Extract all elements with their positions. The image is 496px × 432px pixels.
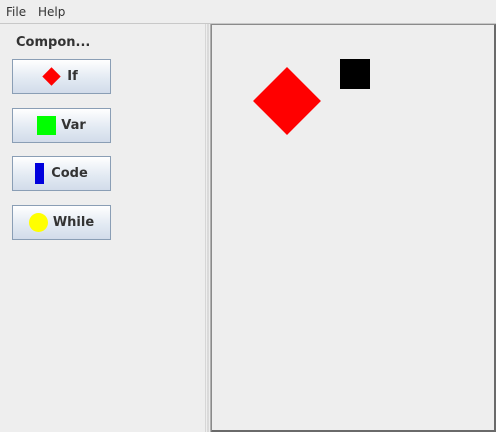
blue-rectangle-icon <box>35 163 45 184</box>
menu-file[interactable]: File <box>6 5 26 19</box>
var-button-label: Var <box>61 118 86 133</box>
while-component-button[interactable]: While <box>12 205 111 240</box>
if-component-button[interactable]: If <box>12 59 111 94</box>
components-panel-title: Compon... <box>16 35 91 50</box>
if-button-label: If <box>67 69 78 84</box>
var-component-button[interactable]: Var <box>12 108 111 143</box>
code-component-button[interactable]: Code <box>12 156 111 191</box>
drawing-canvas[interactable] <box>211 24 496 432</box>
split-pane: Compon... If Var Code While <box>0 24 496 432</box>
red-diamond-icon <box>42 67 61 86</box>
while-button-label: While <box>52 215 95 230</box>
if-diamond-shape[interactable] <box>253 67 321 135</box>
yellow-circle-icon <box>28 213 48 232</box>
green-square-icon <box>37 116 57 135</box>
menu-bar: File Help <box>0 0 496 24</box>
menu-help[interactable]: Help <box>38 5 65 19</box>
components-panel: Compon... If Var Code While <box>0 24 205 432</box>
black-square-shape[interactable] <box>340 59 370 89</box>
code-button-label: Code <box>51 166 88 181</box>
